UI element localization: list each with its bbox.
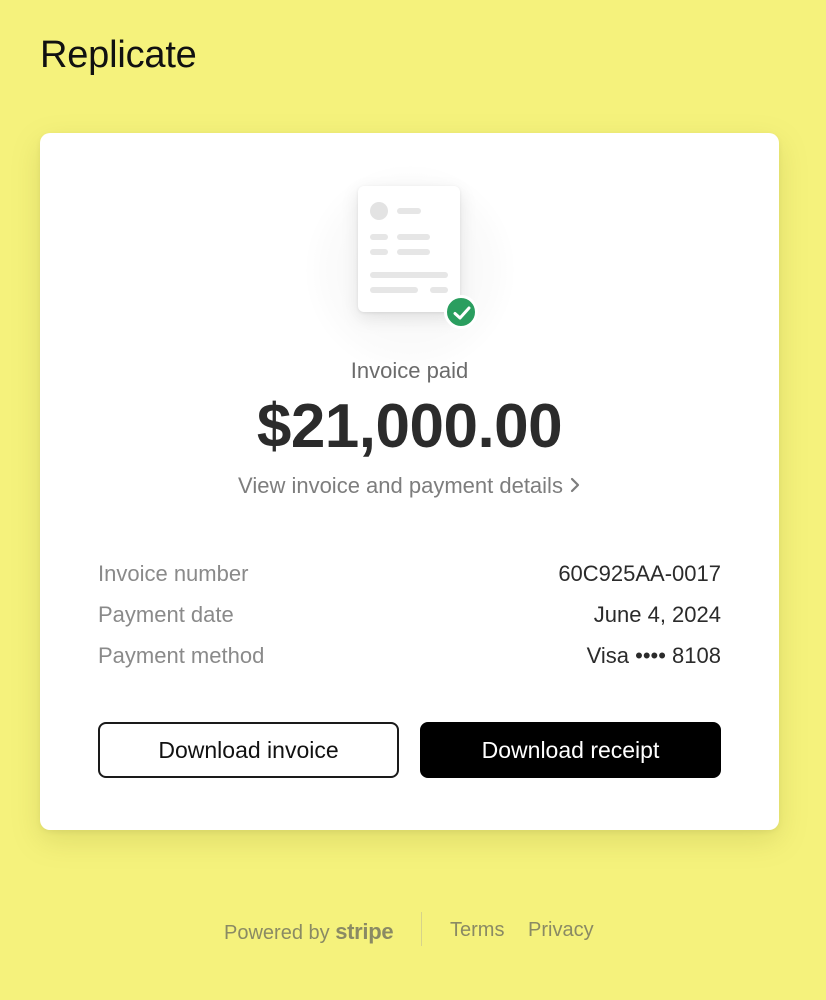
payment-date-value: June 4, 2024 xyxy=(593,602,721,627)
doc-line xyxy=(430,287,448,293)
doc-line xyxy=(397,208,421,214)
invoice-status: Invoice paid xyxy=(350,358,469,383)
doc-line xyxy=(370,287,418,293)
footer-divider xyxy=(421,912,422,946)
payment-method-row: Payment method Visa •••• 8108 xyxy=(98,643,721,684)
stripe-logo: stripe xyxy=(335,919,394,944)
doc-line xyxy=(370,272,448,278)
powered-by-stripe[interactable]: Powered by stripe xyxy=(224,919,394,945)
footer: Powered by stripe Terms Privacy xyxy=(0,912,826,948)
doc-avatar-placeholder xyxy=(370,202,388,220)
view-details-label: View invoice and payment details xyxy=(238,473,563,498)
invoice-card: Invoice paid $21,000.00 View invoice and… xyxy=(40,133,779,830)
doc-line xyxy=(397,234,430,240)
invoice-number-row: Invoice number 60C925AA-0017 xyxy=(98,561,721,602)
invoice-document-icon xyxy=(358,186,460,312)
view-details-link[interactable]: View invoice and payment details xyxy=(40,473,779,500)
invoice-number-value: 60C925AA-0017 xyxy=(558,561,721,586)
powered-by-label: Powered by xyxy=(224,922,330,944)
row-label: Payment date xyxy=(98,602,234,627)
privacy-link[interactable]: Privacy xyxy=(528,919,594,942)
download-invoice-button[interactable]: Download invoice xyxy=(98,722,399,778)
doc-line xyxy=(370,249,388,255)
chevron-right-icon xyxy=(569,474,581,500)
row-label: Payment method xyxy=(98,643,265,668)
download-receipt-button[interactable]: Download receipt xyxy=(420,722,721,778)
terms-link[interactable]: Terms xyxy=(450,919,504,942)
doc-line xyxy=(397,249,430,255)
brand-title: Replicate xyxy=(40,34,197,76)
doc-line xyxy=(370,234,388,240)
invoice-amount: $21,000.00 xyxy=(256,392,563,461)
checkmark-circle-icon xyxy=(444,295,478,329)
row-label: Invoice number xyxy=(98,561,249,586)
payment-date-row: Payment date June 4, 2024 xyxy=(98,602,721,643)
payment-method-value: Visa •••• 8108 xyxy=(586,643,721,668)
invoice-details-list: Invoice number 60C925AA-0017 Payment dat… xyxy=(98,561,721,684)
